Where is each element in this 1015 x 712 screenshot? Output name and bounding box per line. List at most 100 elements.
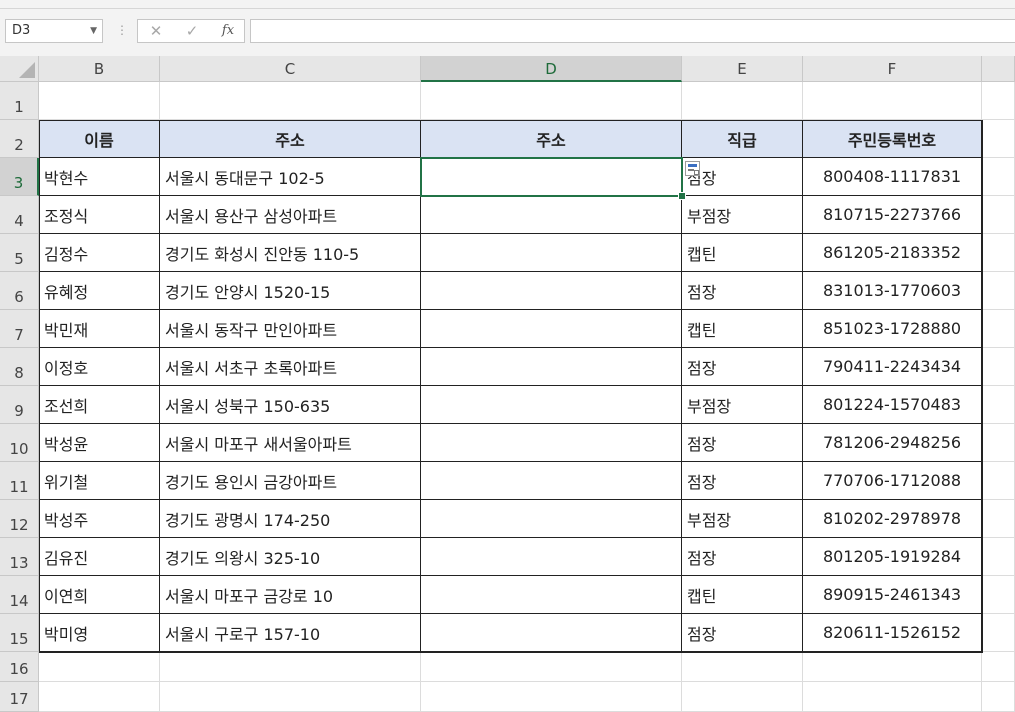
cell[interactable]	[982, 82, 1015, 120]
cell[interactable]	[982, 234, 1015, 272]
cell[interactable]	[160, 652, 421, 682]
table-cell[interactable]	[421, 500, 682, 538]
table-cell[interactable]: 위기철	[39, 462, 160, 500]
cell[interactable]	[803, 652, 982, 682]
table-cell[interactable]: 박현수	[39, 158, 160, 196]
table-cell[interactable]: 박민재	[39, 310, 160, 348]
table-cell[interactable]: 조선희	[39, 386, 160, 424]
formula-input[interactable]	[250, 19, 1015, 43]
column-header-f[interactable]: F	[803, 56, 982, 82]
table-cell[interactable]: 서울시 구로구 157-10	[160, 614, 421, 652]
table-cell[interactable]: 점장	[682, 538, 803, 576]
table-cell[interactable]	[421, 272, 682, 310]
row-header-15[interactable]: 15	[0, 614, 39, 652]
table-cell[interactable]: 이연희	[39, 576, 160, 614]
formula-bar-grip-icon[interactable]: ⋮	[116, 23, 128, 37]
table-cell[interactable]: 김유진	[39, 538, 160, 576]
row-header-7[interactable]: 7	[0, 310, 39, 348]
cell[interactable]	[982, 538, 1015, 576]
cell[interactable]	[160, 82, 421, 120]
cell[interactable]	[803, 682, 982, 712]
table-cell[interactable]: 800408-1117831	[803, 158, 982, 196]
table-cell[interactable]: 경기도 안양시 1520-15	[160, 272, 421, 310]
table-cell[interactable]: 점장	[682, 424, 803, 462]
row-header-4[interactable]: 4	[0, 196, 39, 234]
row-header-17[interactable]: 17	[0, 682, 39, 712]
table-cell[interactable]: 조정식	[39, 196, 160, 234]
chevron-down-icon[interactable]: ▼	[90, 20, 97, 42]
table-cell[interactable]: 790411-2243434	[803, 348, 982, 386]
row-header-1[interactable]: 1	[0, 82, 39, 120]
table-cell[interactable]: 851023-1728880	[803, 310, 982, 348]
column-header-c[interactable]: C	[160, 56, 421, 82]
table-cell[interactable]	[421, 348, 682, 386]
fill-handle[interactable]	[678, 192, 686, 200]
enter-icon[interactable]: ✓	[180, 20, 204, 42]
table-cell[interactable]: 801205-1919284	[803, 538, 982, 576]
table-cell[interactable]: 890915-2461343	[803, 576, 982, 614]
table-cell[interactable]: 캡틴	[682, 234, 803, 272]
cancel-icon[interactable]: ✕	[144, 20, 168, 42]
table-cell[interactable]	[421, 234, 682, 272]
table-cell[interactable]	[421, 538, 682, 576]
table-header-cell[interactable]: 이름	[39, 120, 160, 158]
cell[interactable]	[39, 682, 160, 712]
cell[interactable]	[160, 682, 421, 712]
table-cell[interactable]: 점장	[682, 348, 803, 386]
table-cell[interactable]: 서울시 동작구 만인아파트	[160, 310, 421, 348]
table-cell[interactable]: 캡틴	[682, 310, 803, 348]
table-cell[interactable]	[421, 196, 682, 234]
cell[interactable]	[982, 158, 1015, 196]
cell[interactable]	[982, 652, 1015, 682]
cell[interactable]	[421, 682, 682, 712]
row-header-12[interactable]: 12	[0, 500, 39, 538]
table-cell[interactable]: 820611-1526152	[803, 614, 982, 652]
table-cell[interactable]	[421, 462, 682, 500]
cell[interactable]	[682, 652, 803, 682]
cell[interactable]	[682, 82, 803, 120]
table-cell[interactable]: 박성윤	[39, 424, 160, 462]
table-cell[interactable]	[421, 158, 682, 196]
table-cell[interactable]: 경기도 광명시 174-250	[160, 500, 421, 538]
cell[interactable]	[421, 82, 682, 120]
table-cell[interactable]: 810715-2273766	[803, 196, 982, 234]
cell[interactable]	[982, 120, 1015, 158]
table-cell[interactable]: 점장	[682, 272, 803, 310]
table-cell[interactable]: 서울시 동대문구 102-5	[160, 158, 421, 196]
table-cell[interactable]: 서울시 용산구 삼성아파트	[160, 196, 421, 234]
table-cell[interactable]: 김정수	[39, 234, 160, 272]
table-cell[interactable]: 781206-2948256	[803, 424, 982, 462]
table-cell[interactable]: 점장	[682, 158, 803, 196]
cell[interactable]	[421, 652, 682, 682]
cell[interactable]	[982, 196, 1015, 234]
cell[interactable]	[982, 614, 1015, 652]
table-cell[interactable]: 경기도 용인시 금강아파트	[160, 462, 421, 500]
row-header-10[interactable]: 10	[0, 424, 39, 462]
function-icon[interactable]: fx	[216, 20, 240, 42]
table-cell[interactable]	[421, 576, 682, 614]
cell[interactable]	[982, 272, 1015, 310]
table-cell[interactable]: 점장	[682, 614, 803, 652]
cell[interactable]	[982, 348, 1015, 386]
table-cell[interactable]: 이정호	[39, 348, 160, 386]
row-header-2[interactable]: 2	[0, 120, 39, 158]
table-cell[interactable]: 박미영	[39, 614, 160, 652]
select-all-corner[interactable]	[0, 56, 39, 82]
cell[interactable]	[982, 682, 1015, 712]
table-header-cell[interactable]: 직급	[682, 120, 803, 158]
table-cell[interactable]: 770706-1712088	[803, 462, 982, 500]
table-cell[interactable]	[421, 310, 682, 348]
row-header-5[interactable]: 5	[0, 234, 39, 272]
table-cell[interactable]: 801224-1570483	[803, 386, 982, 424]
table-cell[interactable]: 유혜정	[39, 272, 160, 310]
table-header-cell[interactable]: 주민등록번호	[803, 120, 982, 158]
row-header-14[interactable]: 14	[0, 576, 39, 614]
table-cell[interactable]: 831013-1770603	[803, 272, 982, 310]
cell[interactable]	[39, 652, 160, 682]
row-header-8[interactable]: 8	[0, 348, 39, 386]
cell[interactable]	[803, 82, 982, 120]
table-cell[interactable]: 경기도 화성시 진안동 110-5	[160, 234, 421, 272]
column-header-e[interactable]: E	[682, 56, 803, 82]
table-cell[interactable]: 캡틴	[682, 576, 803, 614]
table-cell[interactable]: 경기도 의왕시 325-10	[160, 538, 421, 576]
